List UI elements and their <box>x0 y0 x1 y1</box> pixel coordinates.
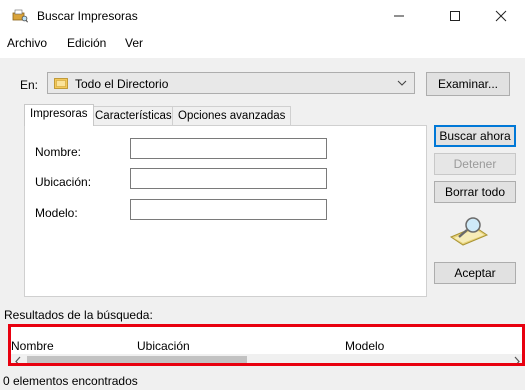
close-button[interactable] <box>483 0 519 32</box>
stop-button[interactable]: Detener <box>434 153 516 175</box>
directory-icon <box>54 78 68 89</box>
name-label: Nombre: <box>35 145 82 159</box>
browse-button[interactable]: Examinar... <box>426 72 510 96</box>
tab-features[interactable]: Características <box>89 106 178 125</box>
location-field[interactable] <box>130 168 327 189</box>
column-header-name[interactable]: Nombre <box>11 339 54 353</box>
chevron-down-icon <box>397 80 407 86</box>
results-list[interactable]: Nombre Ubicación Modelo <box>8 324 525 366</box>
tab-advanced-options[interactable]: Opciones avanzadas <box>172 106 292 125</box>
magnifier-search-icon <box>449 217 489 246</box>
scrollbar-thumb[interactable] <box>27 356 247 363</box>
ok-button[interactable]: Aceptar <box>434 262 516 284</box>
menu-edicion[interactable]: Edición <box>67 36 106 50</box>
menu-ver[interactable]: Ver <box>125 36 143 50</box>
menu-archivo[interactable]: Archivo <box>7 36 47 50</box>
menu-bar: Archivo Edición Ver <box>0 36 525 56</box>
clear-all-button[interactable]: Borrar todo <box>434 181 516 203</box>
scroll-left-icon[interactable] <box>14 354 22 366</box>
scope-label: En: <box>20 78 39 92</box>
horizontal-scrollbar[interactable] <box>11 354 522 366</box>
model-field[interactable] <box>130 199 327 220</box>
maximize-icon <box>450 11 460 21</box>
name-field[interactable] <box>130 138 327 159</box>
close-icon <box>495 10 507 22</box>
scope-value: Todo el Directorio <box>75 77 169 91</box>
column-header-model[interactable]: Modelo <box>345 339 384 353</box>
scope-dropdown[interactable]: Todo el Directorio <box>47 72 415 94</box>
status-text: 0 elementos encontrados <box>3 374 138 388</box>
minimize-icon <box>394 15 404 17</box>
tab-printers[interactable]: Impresoras <box>24 104 94 126</box>
printer-search-icon <box>12 9 28 23</box>
maximize-button[interactable] <box>437 0 473 32</box>
window-title: Buscar Impresoras <box>37 9 138 23</box>
location-label: Ubicación: <box>35 175 92 189</box>
results-label: Resultados de la búsqueda: <box>4 308 153 322</box>
model-label: Modelo: <box>35 206 78 220</box>
minimize-button[interactable] <box>381 0 417 32</box>
column-header-location[interactable]: Ubicación <box>137 339 190 353</box>
scroll-right-icon[interactable] <box>513 354 521 366</box>
search-now-button[interactable]: Buscar ahora <box>434 125 516 147</box>
